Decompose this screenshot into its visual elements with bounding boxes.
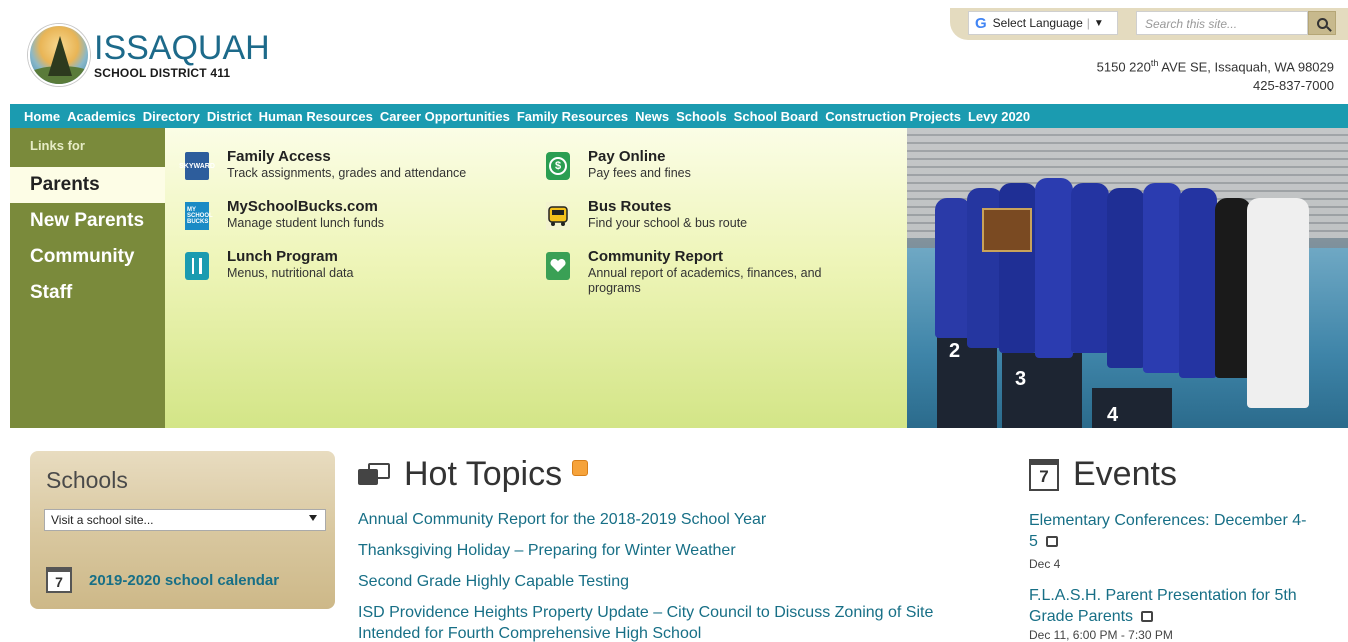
hot-topic-link[interactable]: Second Grade Highly Capable Testing <box>358 571 629 592</box>
bus-icon <box>546 202 570 230</box>
nav-district[interactable]: District <box>207 109 252 124</box>
quick-link-title[interactable]: Family Access <box>227 148 466 166</box>
google-icon: G <box>975 14 987 32</box>
district-phone: 425-837-7000 <box>1253 78 1334 94</box>
tab-new-parents[interactable]: New Parents <box>30 210 144 232</box>
quick-link-title[interactable]: Pay Online <box>588 148 691 166</box>
quick-link-bus-routes[interactable]: Bus Routes Find your school & bus route <box>546 198 747 231</box>
quick-link-lunch-program[interactable]: Lunch Program Menus, nutritional data <box>185 248 353 281</box>
schools-title: Schools <box>46 467 128 493</box>
hot-topics-title: Hot Topics <box>404 455 563 493</box>
nav-home[interactable]: Home <box>24 109 60 124</box>
hot-topic-link[interactable]: Annual Community Report for the 2018-201… <box>358 509 766 530</box>
quick-link-myschoolbucks[interactable]: MY SCHOOL BUCKS MySchoolBucks.com Manage s… <box>185 198 384 231</box>
nav-schools[interactable]: Schools <box>676 109 727 124</box>
search-input[interactable]: Search this site... <box>1136 11 1308 35</box>
quick-link-desc: Find your school & bus route <box>588 216 748 230</box>
search-icon <box>1316 17 1328 29</box>
nav-family-resources[interactable]: Family Resources <box>517 109 628 124</box>
events-title: Events <box>1073 455 1177 493</box>
utensils-icon <box>185 252 209 280</box>
school-calendar-link[interactable]: 7 2019-2020 school calendar <box>46 567 279 593</box>
quick-link-desc: Track assignments, grades and attendance <box>227 166 467 180</box>
quick-link-pay-online[interactable]: $ Pay Online Pay fees and fines <box>546 148 691 181</box>
podium-number: 3 <box>1015 368 1027 390</box>
chevron-down-icon <box>309 515 317 521</box>
tab-community[interactable]: Community <box>30 246 135 268</box>
language-label: Select Language <box>992 16 1083 30</box>
event-link[interactable]: F.L.A.S.H. Parent Presentation for 5th G… <box>1029 585 1334 627</box>
hot-topic-link[interactable]: Thanksgiving Holiday – Preparing for Win… <box>358 540 736 561</box>
quick-link-title[interactable]: Bus Routes <box>588 198 747 216</box>
quick-link-desc: Annual report of academics, finances, an… <box>588 266 822 295</box>
events-heading: 7 Events <box>1029 455 1177 494</box>
family-access-icon: SKYWARD <box>179 152 215 180</box>
quick-link-desc: Manage student lunch funds <box>227 216 385 230</box>
nav-directory[interactable]: Directory <box>143 109 200 124</box>
nav-news[interactable]: News <box>635 109 669 124</box>
hot-topics-heading: Hot Topics <box>358 455 589 494</box>
quick-link-community-report[interactable]: Community Report Annual report of academ… <box>546 248 866 296</box>
search-button[interactable] <box>1308 11 1336 35</box>
school-select-value: Visit a school site... <box>51 513 154 527</box>
chevron-down-icon: ▼ <box>1093 17 1104 29</box>
chat-bubble-icon <box>358 462 390 487</box>
calendar-icon: 7 <box>1029 458 1059 491</box>
school-calendar-label[interactable]: 2019-2020 school calendar <box>89 572 279 589</box>
quick-link-desc: Menus, nutritional data <box>227 266 354 280</box>
schools-widget: Schools Visit a school site... 7 2019-20… <box>30 451 335 609</box>
quick-link-desc: Pay fees and fines <box>588 166 691 180</box>
dollar-icon: $ <box>546 152 570 180</box>
quick-link-title[interactable]: Lunch Program <box>227 248 353 266</box>
district-logo[interactable]: ISSAQUAH SCHOOL DISTRICT 411 <box>28 24 270 86</box>
heart-icon <box>546 252 570 280</box>
tab-parents[interactable]: Parents <box>30 174 100 196</box>
language-separator: | <box>1086 16 1090 30</box>
nav-school-board[interactable]: School Board <box>734 109 819 124</box>
hot-topic-link[interactable]: ISD Providence Heights Property Update –… <box>358 602 933 623</box>
event-date: Dec 4 <box>1029 557 1061 571</box>
share-icon[interactable] <box>1045 536 1058 547</box>
nav-levy-2020[interactable]: Levy 2020 <box>968 109 1030 124</box>
logo-subtitle: SCHOOL DISTRICT 411 <box>94 65 231 80</box>
quick-link-title[interactable]: MySchoolBucks.com <box>227 198 384 216</box>
nav-academics[interactable]: Academics <box>67 109 136 124</box>
district-address: 5150 220th AVE SE, Issaquah, WA 98029 42… <box>1096 58 1334 94</box>
language-select[interactable]: G Select Language | ▼ <box>968 11 1118 35</box>
logo-emblem-icon <box>28 24 90 86</box>
event-date: Dec 11, 6:00 PM - 7:30 PM <box>1029 628 1173 642</box>
quick-link-title[interactable]: Community Report <box>588 248 858 266</box>
nav-human-resources[interactable]: Human Resources <box>259 109 373 124</box>
rss-icon[interactable] <box>572 459 589 476</box>
podium-number: 2 <box>949 340 961 362</box>
nav-construction-projects[interactable]: Construction Projects <box>825 109 961 124</box>
podium-number: 4 <box>1107 404 1119 426</box>
nav-career-opportunities[interactable]: Career Opportunities <box>380 109 510 124</box>
logo-name: ISSAQUAH <box>94 28 270 67</box>
hero-photo: 2 3 4 <box>907 128 1348 428</box>
quick-link-family-access[interactable]: SKYWARD Family Access Track assignments,… <box>179 148 467 181</box>
school-site-select[interactable]: Visit a school site... <box>44 509 326 531</box>
links-for-heading: Links for <box>30 138 85 153</box>
hot-topic-link-continued[interactable]: Intended for Fourth Comprehensive High S… <box>358 623 701 642</box>
calendar-icon: 7 <box>46 567 72 593</box>
tab-staff[interactable]: Staff <box>30 282 72 304</box>
main-nav: Home Academics Directory District Human … <box>10 104 1348 128</box>
event-link[interactable]: Elementary Conferences: December 4- 5 <box>1029 510 1334 552</box>
myschoolbucks-icon: MY SCHOOL BUCKS <box>185 202 213 230</box>
share-icon[interactable] <box>1141 611 1154 622</box>
